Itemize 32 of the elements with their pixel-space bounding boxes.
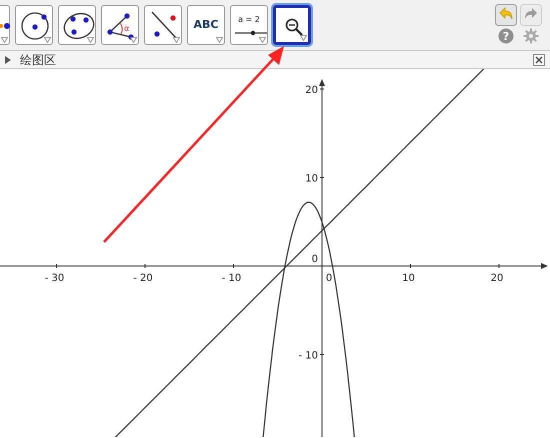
angle-symbol: α <box>124 24 130 33</box>
dropdown-triangle-icon <box>87 37 94 43</box>
expand-triangle-icon[interactable] <box>5 56 11 64</box>
view-title: 绘图区 <box>20 54 56 66</box>
slider-tool-icon <box>234 30 268 36</box>
circle-tool-button[interactable] <box>15 5 53 45</box>
dropdown-triangle-icon <box>44 37 51 43</box>
y-tick-label: 10 <box>305 174 318 184</box>
y-tick-label: 20 <box>305 85 318 96</box>
x-tick-label: - 20 <box>133 273 153 284</box>
x-tick-label: 20 <box>490 273 504 284</box>
dropdown-triangle-icon <box>300 35 307 41</box>
conic-tool-button[interactable] <box>58 5 96 45</box>
angle-tool-button[interactable]: α <box>101 5 139 45</box>
y-tick-label: - 10 <box>298 350 318 362</box>
graph-canvas[interactable]: - 30 - 20 - 10 0 10 20 20 10 0 - 10 <box>0 69 550 437</box>
dropdown-triangle-icon <box>216 37 223 43</box>
x-tick-label: - 30 <box>44 273 64 284</box>
y-tick-label: 0 <box>312 254 318 265</box>
x-tick-label: 0 <box>326 273 332 284</box>
dropdown-triangle-icon <box>259 37 266 43</box>
x-tick-label: 10 <box>402 273 415 284</box>
point-tool-icon <box>0 23 10 29</box>
close-icon[interactable] <box>533 54 545 66</box>
zoom-tool-button[interactable] <box>273 5 311 45</box>
dropdown-triangle-icon <box>130 37 137 43</box>
dropdown-triangle-icon <box>1 37 8 43</box>
x-tick-label: - 10 <box>222 273 242 284</box>
slider-tool-button[interactable]: a = 2 <box>230 5 268 45</box>
text-tool-button[interactable]: ABC <box>187 5 225 45</box>
dropdown-triangle-icon <box>173 37 180 43</box>
line-tool-button[interactable] <box>144 5 182 45</box>
